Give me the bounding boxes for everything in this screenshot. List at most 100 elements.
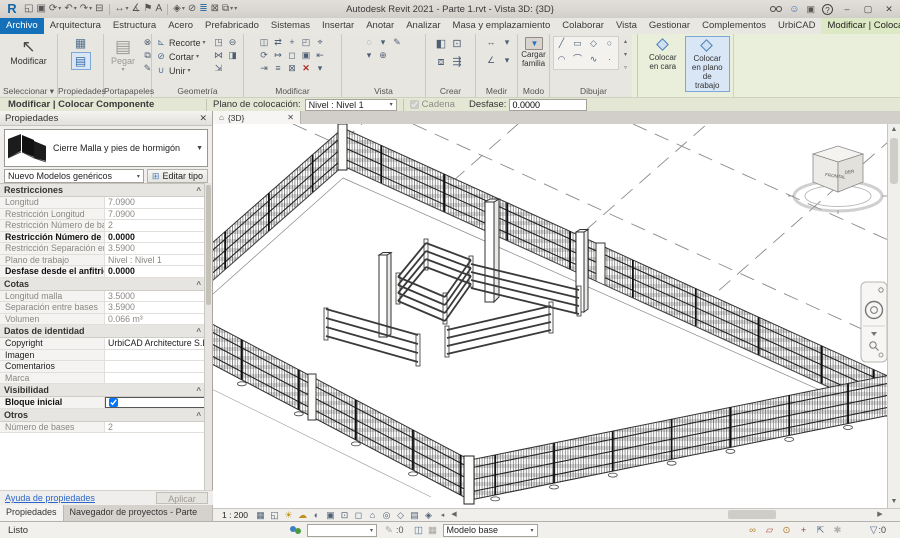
- sign-in-icon[interactable]: ☺: [789, 4, 799, 15]
- ribbon-tab[interactable]: Insertar: [316, 18, 360, 34]
- worksharing-monitor-icon[interactable]: ▦: [426, 525, 440, 536]
- view-tool-icon[interactable]: ▾: [377, 36, 390, 48]
- draw-tool-icon[interactable]: ╱: [554, 37, 569, 49]
- section-header-otros[interactable]: Otros^: [0, 409, 205, 422]
- draw-tool-icon[interactable]: ·: [602, 53, 617, 65]
- scroll-right-icon[interactable]: ▶: [874, 509, 886, 521]
- default-3d-view-icon[interactable]: ◈: [173, 2, 181, 16]
- horizontal-scrollbar[interactable]: ◀ ▶: [448, 509, 900, 521]
- minimize-button[interactable]: –: [840, 4, 854, 14]
- property-value[interactable]: UrbiCAD Architecture S.L. ©: [105, 338, 205, 349]
- create-tool-icon[interactable]: ⊡: [451, 36, 464, 48]
- property-value[interactable]: 7.0900: [105, 197, 205, 208]
- create-tool-icon[interactable]: ◧: [435, 36, 448, 48]
- worksharing-display-icon[interactable]: ◫: [412, 525, 426, 536]
- tab-navegador-proyectos[interactable]: Navegador de proyectos - Parte 1.rvt: [64, 505, 213, 521]
- ribbon-tab[interactable]: Archivo: [0, 18, 44, 34]
- shadows-icon[interactable]: ☁: [297, 510, 308, 521]
- modify-tool-icon[interactable]: ◫: [258, 36, 271, 48]
- vertical-scrollbar[interactable]: ▲ ▼: [887, 124, 900, 508]
- ribbon-tab[interactable]: Gestionar: [643, 18, 696, 34]
- draw-scroll-icon[interactable]: ▴: [621, 36, 630, 48]
- modify-button[interactable]: ↖ Modificar: [6, 36, 51, 67]
- cope-button[interactable]: ⊾ Recorte ▾: [155, 36, 208, 49]
- geometry-tool-icon[interactable]: ⊖: [226, 36, 239, 48]
- properties-close-icon[interactable]: ✕: [199, 113, 207, 124]
- type-selector-dropdown-icon[interactable]: ▼: [196, 145, 207, 152]
- ribbon-tab[interactable]: Complementos: [696, 18, 772, 34]
- draw-tool-icon[interactable]: ∿: [586, 53, 601, 65]
- displaced-elements-icon[interactable]: ▤: [409, 510, 420, 521]
- section-header-restricciones[interactable]: Restricciones^: [0, 184, 205, 197]
- type-selector[interactable]: Cierre Malla y pies de hormigón ▼: [4, 129, 208, 167]
- undo-icon[interactable]: ↶: [64, 2, 72, 16]
- close-button[interactable]: ✕: [882, 4, 896, 15]
- measure-icon[interactable]: ↔: [115, 2, 125, 16]
- 3d-dropdown-icon[interactable]: ▾: [182, 2, 185, 16]
- instance-selector[interactable]: Nuevo Modelos genéricos▾: [4, 169, 144, 183]
- view-tool-icon[interactable]: ⊕: [377, 49, 390, 61]
- load-family-button[interactable]: ▼ Cargar familia: [517, 36, 549, 69]
- section-header-visibilidad[interactable]: Visibilidad^: [0, 384, 205, 397]
- properties-scrollbar[interactable]: [204, 183, 212, 490]
- property-value[interactable]: [105, 350, 205, 361]
- ribbon-tab[interactable]: Estructura: [107, 18, 162, 34]
- view-tool-icon[interactable]: ◌: [363, 36, 376, 48]
- modify-tool-icon[interactable]: ◰: [300, 36, 313, 48]
- property-value[interactable]: 2: [105, 422, 205, 433]
- modify-tool-icon[interactable]: ✕: [300, 62, 313, 74]
- measure-dropdown-icon[interactable]: ▾: [126, 2, 129, 16]
- paste-button[interactable]: ▤ Pegar▾: [107, 36, 139, 74]
- scroll-up-icon[interactable]: ▲: [888, 124, 900, 136]
- properties-header[interactable]: Propiedades ✕: [0, 111, 212, 126]
- ribbon-tab[interactable]: Analizar: [400, 18, 446, 34]
- ribbon-tab[interactable]: Colaborar: [556, 18, 610, 34]
- select-underlay-icon[interactable]: ▱: [763, 525, 776, 536]
- modify-tool-icon[interactable]: ↦: [272, 49, 285, 61]
- view-tab-close-icon[interactable]: ✕: [287, 113, 294, 122]
- sync-dropdown-icon[interactable]: ▾: [58, 2, 61, 16]
- help-icon[interactable]: ?: [822, 4, 833, 15]
- geometry-tool-icon[interactable]: ⇲: [212, 62, 225, 74]
- modify-tool-icon[interactable]: +: [286, 36, 299, 48]
- temporary-view-properties-icon[interactable]: ◇: [395, 510, 406, 521]
- tab-propiedades[interactable]: Propiedades: [0, 505, 64, 521]
- navigation-bar[interactable]: [861, 282, 887, 362]
- ribbon-tab[interactable]: UrbiCAD: [772, 18, 821, 34]
- modify-tool-icon[interactable]: ≡: [272, 62, 285, 74]
- modify-tool-icon[interactable]: ⊠: [286, 62, 299, 74]
- modify-tool-icon[interactable]: ⇤: [314, 49, 327, 61]
- ribbon-tab[interactable]: Sistemas: [265, 18, 316, 34]
- rendering-dialog-icon[interactable]: ◐: [311, 510, 322, 521]
- place-on-face-button[interactable]: Colocar en cara: [641, 36, 685, 72]
- property-value[interactable]: 2: [105, 220, 205, 231]
- cut-button[interactable]: ⊘ Cortar ▾: [155, 50, 208, 63]
- worksets-icon[interactable]: [290, 524, 303, 536]
- scroll-left-icon[interactable]: ◀: [448, 509, 460, 521]
- modify-tool-icon[interactable]: ⟳: [258, 49, 271, 61]
- property-value[interactable]: [105, 361, 205, 372]
- draw-scroll-icon[interactable]: ▿: [621, 62, 630, 74]
- show-crop-region-icon[interactable]: ⊡: [339, 510, 350, 521]
- editable-pencil-icon[interactable]: ✎: [382, 525, 396, 536]
- measure-tool-icon[interactable]: ∠: [485, 54, 498, 66]
- tag-icon[interactable]: ⚑: [144, 2, 153, 16]
- view-tool-icon[interactable]: ▾: [363, 49, 376, 61]
- open-icon[interactable]: ◱: [24, 2, 33, 16]
- section-header-cotas[interactable]: Cotas^: [0, 278, 205, 291]
- property-value[interactable]: Nivel : Nivel 1: [105, 255, 205, 266]
- property-value[interactable]: 3.5900: [105, 243, 205, 254]
- visual-style-icon[interactable]: ◱: [269, 510, 280, 521]
- view-bar-collapse-icon[interactable]: ◂: [437, 510, 448, 521]
- close-hidden-windows-icon[interactable]: ⊠: [211, 2, 219, 16]
- modify-tool-icon[interactable]: ⇥: [258, 62, 271, 74]
- measure-tool-icon[interactable]: ↔: [485, 36, 498, 48]
- undo-dropdown-icon[interactable]: ▾: [74, 2, 77, 16]
- geometry-tool-icon[interactable]: ◨: [226, 49, 239, 61]
- geometry-tool-icon[interactable]: ◳: [212, 36, 225, 48]
- draw-tool-icon[interactable]: ◠: [554, 53, 569, 65]
- app-store-icon[interactable]: ▣: [806, 4, 815, 15]
- ribbon-tab[interactable]: Prefabricado: [199, 18, 265, 34]
- properties-palette-icon[interactable]: ▤: [71, 52, 91, 70]
- property-value[interactable]: 0.0000: [105, 266, 205, 277]
